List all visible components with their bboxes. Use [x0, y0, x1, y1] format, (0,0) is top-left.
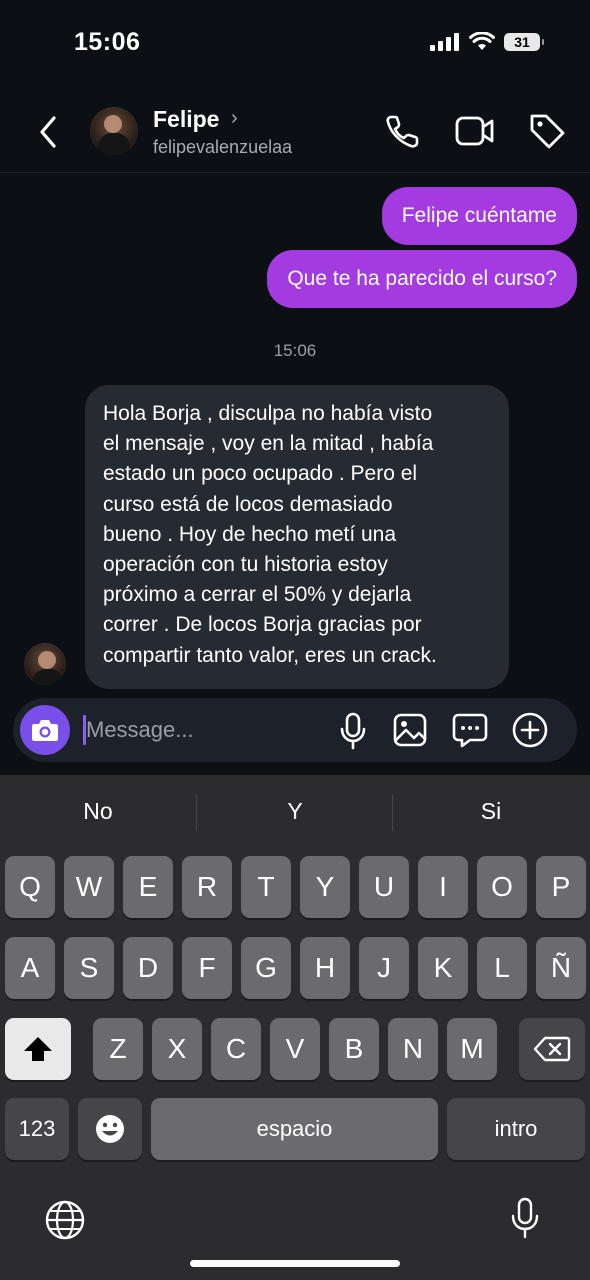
outgoing-message[interactable]: Felipe cuéntame — [381, 187, 577, 245]
message-line: estado un poco ocupado . Pero el — [103, 462, 418, 486]
key[interactable]: A — [5, 937, 55, 999]
key[interactable]: B — [329, 1018, 379, 1080]
gallery-button[interactable] — [392, 712, 428, 748]
key[interactable]: C — [211, 1018, 261, 1080]
key[interactable]: E — [123, 856, 173, 918]
key[interactable]: D — [123, 937, 173, 999]
plus-circle-icon — [512, 712, 548, 748]
key[interactable]: M — [447, 1018, 497, 1080]
delete-key[interactable] — [519, 1018, 585, 1080]
status-time: 15:06 — [74, 28, 141, 56]
key[interactable]: P — [536, 856, 586, 918]
key[interactable]: S — [64, 937, 114, 999]
key[interactable]: N — [388, 1018, 438, 1080]
message-bubble-icon — [452, 713, 488, 748]
message-line: bueno . Hoy de hecho metí una — [103, 522, 397, 546]
wifi-icon — [469, 32, 495, 50]
camera-icon — [32, 720, 58, 741]
key[interactable]: I — [418, 856, 468, 918]
space-key[interactable]: espacio — [151, 1098, 438, 1160]
message-line: operación con tu historia estoy — [103, 553, 388, 577]
tag-button[interactable] — [527, 111, 567, 151]
back-button[interactable] — [34, 112, 64, 152]
message-text: Que te ha parecido el curso? — [287, 267, 557, 290]
video-camera-icon — [455, 116, 494, 146]
suggestion[interactable]: No — [0, 798, 196, 825]
shift-key[interactable] — [5, 1018, 71, 1080]
key[interactable]: X — [152, 1018, 202, 1080]
microphone-icon — [340, 712, 366, 750]
incoming-message[interactable]: Hola Borja , disculpa no había visto el … — [85, 385, 509, 689]
tag-icon — [530, 114, 565, 149]
key[interactable]: K — [418, 937, 468, 999]
key[interactable]: R — [182, 856, 232, 918]
key[interactable]: V — [270, 1018, 320, 1080]
suggestion[interactable]: Y — [197, 798, 393, 825]
outgoing-message[interactable]: Que te ha parecido el curso? — [267, 250, 577, 308]
battery-level: 31 — [514, 33, 530, 50]
key[interactable]: G — [241, 937, 291, 999]
message-text: Felipe cuéntame — [401, 204, 557, 227]
message-line: el mensaje , voy en la mitad , había — [103, 432, 434, 456]
key[interactable]: L — [477, 937, 527, 999]
contact-avatar[interactable] — [90, 107, 138, 155]
contact-username[interactable]: felipevalenzuelaa — [153, 137, 292, 158]
key[interactable]: H — [300, 937, 350, 999]
key[interactable]: W — [64, 856, 114, 918]
sticker-button[interactable] — [451, 711, 489, 749]
home-indicator — [190, 1260, 400, 1267]
emoji-icon — [96, 1115, 124, 1143]
voice-message-button[interactable] — [337, 711, 369, 751]
microphone-icon — [511, 1197, 539, 1239]
suggestion[interactable]: Si — [393, 798, 589, 825]
key[interactable]: U — [359, 856, 409, 918]
message-line: correr . De locos Borja gracias por — [103, 613, 422, 637]
emoji-key[interactable] — [78, 1098, 142, 1160]
key[interactable]: O — [477, 856, 527, 918]
voice-call-button[interactable] — [383, 111, 423, 151]
message-line: Hola Borja , disculpa no había visto — [103, 402, 433, 425]
message-input[interactable] — [86, 710, 316, 750]
return-key[interactable]: intro — [447, 1098, 585, 1160]
chevron-left-icon — [40, 116, 56, 148]
message-line: compartir tanto valor, eres un crack. — [103, 643, 437, 667]
numbers-key[interactable]: 123 — [5, 1098, 69, 1160]
video-call-button[interactable] — [454, 113, 496, 149]
signal-icon — [430, 32, 459, 51]
image-icon — [393, 713, 427, 747]
message-timestamp: 15:06 — [273, 341, 317, 360]
phone-icon — [386, 115, 419, 148]
status-icons: 31 — [430, 32, 544, 51]
key[interactable]: T — [241, 856, 291, 918]
sender-avatar[interactable] — [24, 643, 66, 685]
header-divider — [0, 172, 590, 173]
globe-icon — [45, 1200, 85, 1240]
key[interactable]: Q — [5, 856, 55, 918]
chevron-right-icon: › — [231, 107, 238, 129]
shift-arrow-icon — [24, 1037, 52, 1061]
message-line: curso está de locos demasiado — [103, 492, 393, 516]
key[interactable]: F — [182, 937, 232, 999]
key[interactable]: J — [359, 937, 409, 999]
key[interactable]: Y — [300, 856, 350, 918]
language-button[interactable] — [44, 1199, 86, 1241]
camera-button[interactable] — [20, 705, 70, 755]
battery-indicator: 31 — [504, 32, 544, 51]
backspace-icon — [533, 1036, 571, 1062]
dictation-button[interactable] — [509, 1196, 541, 1240]
key[interactable]: Z — [93, 1018, 143, 1080]
more-options-button[interactable] — [511, 711, 549, 749]
contact-name[interactable]: Felipe — [153, 106, 219, 133]
message-line: próximo a cerrar el 50% y dejarla — [103, 583, 412, 607]
key[interactable]: Ñ — [536, 937, 586, 999]
